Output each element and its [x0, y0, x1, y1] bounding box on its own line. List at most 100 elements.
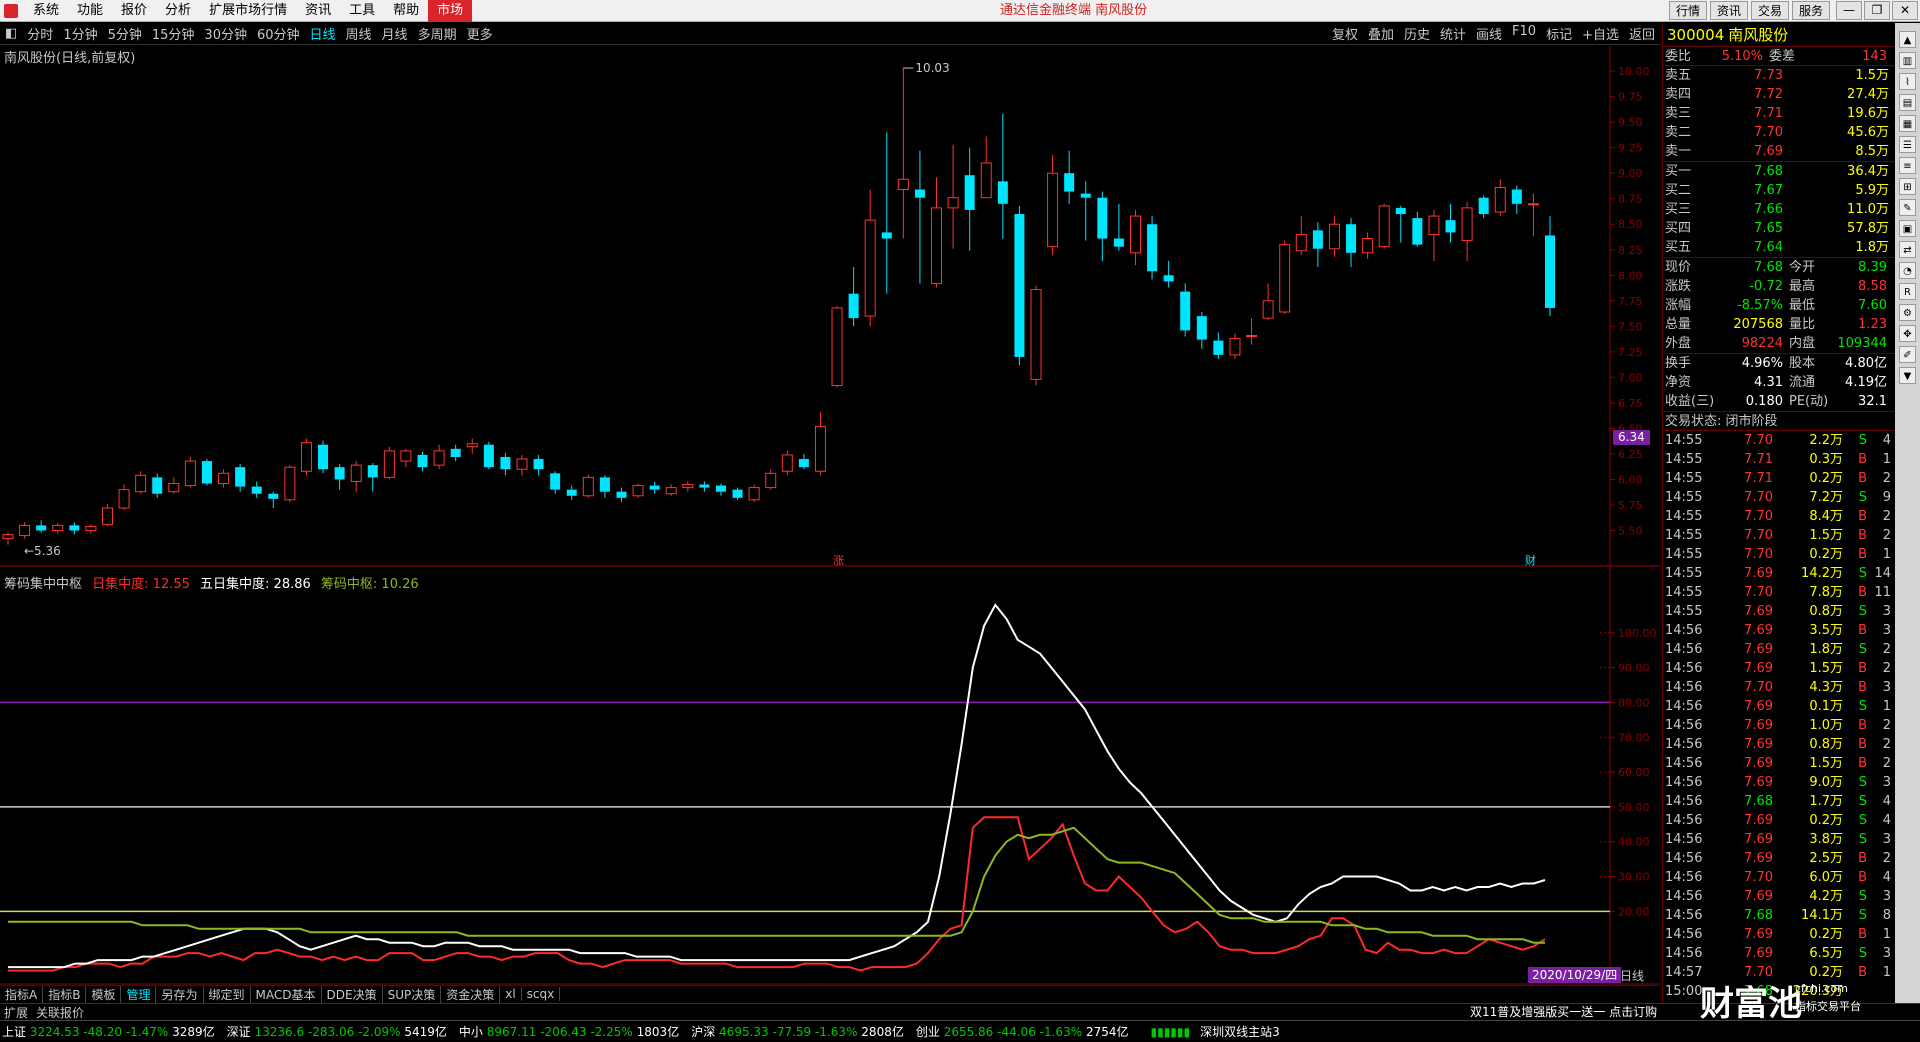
tab-indicator-b[interactable]: 指标B	[43, 985, 87, 1003]
menu-item-market[interactable]: 市场	[428, 0, 473, 22]
menu-item-system[interactable]: 系统	[24, 0, 68, 22]
candle-up	[1030, 289, 1042, 380]
table-icon[interactable]: ☰	[1899, 136, 1916, 153]
stat-label: 现价	[1665, 260, 1692, 275]
period-tab-daily[interactable]: 日线	[305, 24, 341, 43]
candle-up	[897, 178, 909, 191]
menu-item-extended-market[interactable]: 扩展市场行情	[200, 0, 296, 22]
chart-icon[interactable]: ▤	[1899, 94, 1916, 111]
list-icon[interactable]: ≡	[1899, 157, 1916, 174]
index-sz[interactable]: 深证 13236.6 -283.06 -2.09% 5419亿	[227, 1023, 447, 1040]
period-tab-1min[interactable]: 1分钟	[58, 24, 102, 43]
period-tab-5min[interactable]: 5分钟	[103, 24, 147, 43]
tab-dde[interactable]: DDE决策	[322, 985, 383, 1003]
period-tab-fenshi[interactable]: 分时	[22, 24, 58, 43]
period-tab-monthly[interactable]: 月线	[377, 24, 413, 43]
candle-up	[218, 472, 230, 485]
compare-icon[interactable]: ⇄	[1899, 241, 1916, 258]
tool-history[interactable]: 历史	[1399, 24, 1435, 43]
tool-add-watchlist[interactable]: +自选	[1577, 24, 1624, 43]
candle-down	[1180, 291, 1191, 331]
tab-indicator-a[interactable]: 指标A	[0, 985, 44, 1003]
stat-value: 4.31	[1754, 375, 1783, 390]
stat-label: 总量	[1665, 317, 1692, 332]
legend-value: 10.26	[381, 577, 419, 592]
index-pct: -2.25%	[590, 1025, 633, 1039]
quote-button[interactable]: 行情	[1668, 1, 1707, 20]
stock-name: 南风股份	[1728, 26, 1789, 44]
tool-fuquan[interactable]: 复权	[1327, 24, 1363, 43]
index-sh[interactable]: 上证 3224.53 -48.20 -1.47% 3289亿	[2, 1023, 215, 1040]
y-tick-label: 6.00	[1618, 473, 1643, 486]
tab-bind-to[interactable]: 绑定到	[204, 985, 251, 1003]
scroll-down-icon[interactable]: ▼	[1899, 367, 1916, 384]
ask-volume: 27.4万	[1847, 87, 1889, 102]
scroll-up-icon[interactable]: ▲	[1899, 31, 1916, 48]
index-hs300[interactable]: 沪深 4695.33 -77.59 -1.63% 2808亿	[691, 1023, 904, 1040]
tab-sup[interactable]: SUP决策	[383, 985, 442, 1003]
candle-down	[533, 459, 544, 470]
tool-back[interactable]: 返回	[1624, 24, 1660, 43]
bar-icon[interactable]: ▦	[1899, 115, 1916, 132]
grid-icon[interactable]: ⊞	[1899, 178, 1916, 195]
period-tab-60min[interactable]: 60分钟	[252, 24, 305, 43]
trade-button[interactable]: 交易	[1750, 1, 1789, 20]
index-amount: 1803亿	[636, 1025, 680, 1039]
menu-item-help[interactable]: 帮助	[384, 0, 428, 22]
minimize-icon[interactable]: —	[1836, 1, 1862, 20]
index-sme[interactable]: 中小 8967.11 -206.43 -2.25% 1803亿	[459, 1023, 679, 1040]
menu-item-info[interactable]: 资讯	[296, 0, 340, 22]
close-icon[interactable]: ✕	[1892, 1, 1918, 20]
menu-item-tools[interactable]: 工具	[340, 0, 384, 22]
settings-icon[interactable]: ⚙	[1899, 304, 1916, 321]
tab-template[interactable]: 模板	[86, 985, 122, 1003]
index-chinext[interactable]: 创业 2655.86 -44.06 -1.63% 2754亿	[916, 1023, 1129, 1040]
kline-icon[interactable]: ▥	[1899, 52, 1916, 69]
period-tab-30min[interactable]: 30分钟	[199, 24, 252, 43]
tick-list[interactable]: 14:55 7.70 2.2万 S 4 14:55 7.71 0.3万 B 1 14:55 7.71 0…	[1663, 431, 1894, 1001]
footer-related-quote[interactable]: 关联报价	[32, 1004, 88, 1021]
move-icon[interactable]: ✥	[1899, 325, 1916, 342]
candle-down	[235, 467, 246, 487]
minute-icon[interactable]: ⌇	[1899, 73, 1916, 90]
note-icon[interactable]: ✎	[1899, 199, 1916, 216]
tick-time: 14:55	[1665, 471, 1703, 486]
maximize-icon[interactable]: ❐	[1864, 1, 1890, 20]
tick-time: 14:55	[1665, 528, 1703, 543]
period-tab-more[interactable]: 更多	[462, 24, 498, 43]
service-button[interactable]: 服务	[1791, 1, 1830, 20]
pen-icon[interactable]: ✐	[1899, 346, 1916, 363]
candle-up	[1279, 244, 1291, 313]
period-tab-15min[interactable]: 15分钟	[147, 24, 200, 43]
period-tab-multi[interactable]: 多周期	[413, 24, 462, 43]
period-tab-weekly[interactable]: 周线	[341, 24, 377, 43]
side-toolbar: ▲ ▥ ⌇ ▤ ▦ ☰ ≡ ⊞ ✎ ▣ ⇄ ◔ R ⚙ ✥ ✐ ▼	[1895, 23, 1920, 1003]
stat-label: 最低	[1789, 298, 1816, 313]
index-name: 深证	[226, 1025, 251, 1039]
toggle-layout-icon[interactable]: ◧	[0, 26, 22, 41]
pie-icon[interactable]: ◔	[1899, 262, 1916, 279]
tool-mark[interactable]: 标记	[1541, 24, 1577, 43]
news-ticker[interactable]: 双11普及增强版买一送一 点击订购	[1470, 1003, 1657, 1020]
menu-item-analysis[interactable]: 分析	[156, 0, 200, 22]
tab-save-as[interactable]: 另存为	[156, 985, 204, 1003]
tab-manage[interactable]: 管理	[121, 985, 157, 1003]
tool-stats[interactable]: 统计	[1435, 24, 1471, 43]
tab-scqx[interactable]: scqx	[522, 987, 561, 1001]
footer-extend[interactable]: 扩展	[0, 1004, 32, 1021]
tab-xl[interactable]: xl	[500, 987, 522, 1001]
chart-canvas[interactable]: 10.00 9.75 9.50 9.25 9.00 8.75 8.50 8.25 8.00 7.7…	[0, 46, 1660, 986]
stat-label: 涨幅	[1665, 298, 1692, 313]
rsi-icon[interactable]: R	[1899, 283, 1916, 300]
tab-capital[interactable]: 资金决策	[441, 985, 501, 1003]
tick-price: 7.69	[1744, 718, 1773, 733]
tool-draw[interactable]: 画线	[1471, 24, 1507, 43]
calendar-icon[interactable]: ▣	[1899, 220, 1916, 237]
menu-item-function[interactable]: 功能	[68, 0, 112, 22]
menu-item-quote[interactable]: 报价	[112, 0, 156, 22]
server-name[interactable]: 深圳双线主站3	[1200, 1023, 1280, 1040]
info-button[interactable]: 资讯	[1709, 1, 1748, 20]
tab-macd[interactable]: MACD基本	[251, 985, 322, 1003]
tool-f10[interactable]: F10	[1507, 24, 1541, 43]
tool-overlay[interactable]: 叠加	[1363, 24, 1399, 43]
